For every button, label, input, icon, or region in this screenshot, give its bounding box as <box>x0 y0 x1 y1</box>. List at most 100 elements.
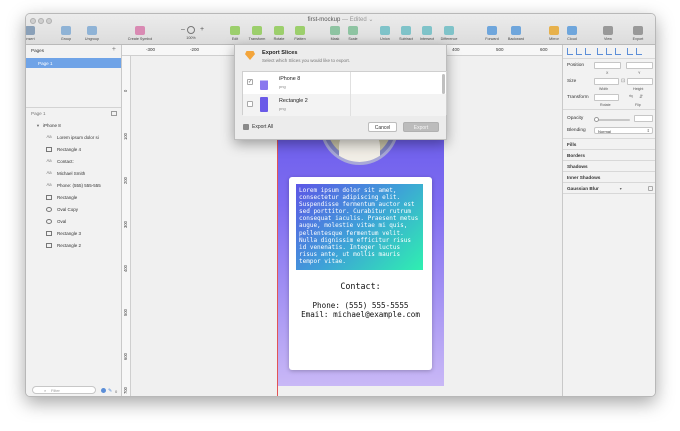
slice-filter-icon[interactable] <box>101 388 106 393</box>
ruler-mark: 300 <box>123 221 128 228</box>
flip-horizontal-icon[interactable]: ⇋ <box>629 94 633 100</box>
artboard-layer-iphone-8[interactable]: ▼ iPhone 8 <box>26 120 121 132</box>
toolbar-scale-button[interactable]: Scale <box>338 26 368 41</box>
ruler-mark: 400 <box>452 47 460 52</box>
dialog-subtitle: Select which Slices you would like to ex… <box>262 58 351 63</box>
edit-icon <box>230 26 240 35</box>
shadows-section[interactable]: Shadows <box>563 160 655 171</box>
cancel-button[interactable]: Cancel <box>368 122 397 132</box>
y-position-field[interactable] <box>626 62 653 69</box>
toolbar-zoom-button[interactable]: 100% <box>176 26 206 40</box>
inner-shadows-section[interactable]: Inner Shadows <box>563 171 655 182</box>
ruler-mark: 0 <box>123 89 128 92</box>
layer-item[interactable]: Aa Michael Smith <box>26 168 121 180</box>
slice-column-divider <box>350 94 351 116</box>
layer-name: Rectangle 4 <box>57 147 82 152</box>
export-all-checkbox[interactable] <box>243 124 249 130</box>
layer-item[interactable]: ▭ Rectangle 3 <box>26 228 121 240</box>
height-field[interactable] <box>627 78 653 85</box>
transform-label: Transform <box>567 95 589 100</box>
disclosure-triangle-icon[interactable]: ▼ <box>36 123 40 128</box>
layer-item[interactable]: ◯ Oval <box>26 216 121 228</box>
opacity-slider-knob[interactable] <box>594 117 599 122</box>
page-item-page-1[interactable]: Page 1 <box>26 58 121 68</box>
align-middle-icon[interactable] <box>606 48 612 55</box>
toolbar-ungroup-button[interactable]: Ungroup <box>77 26 107 41</box>
blur-enable-checkbox[interactable] <box>648 186 653 191</box>
union-icon <box>380 26 390 35</box>
edit-filter-icon[interactable]: ✎ <box>108 388 112 394</box>
toolbar-insert-button[interactable]: Insert <box>25 26 45 41</box>
borders-section[interactable]: Borders <box>563 149 655 160</box>
contact-card[interactable]: Lorem ipsum dolor sit amet, consectetur … <box>289 177 432 370</box>
rotate-field[interactable] <box>594 94 619 101</box>
text-layer-icon: Aa <box>46 134 52 139</box>
align-right-icon[interactable] <box>585 48 591 55</box>
y-label: Y <box>638 71 641 75</box>
fills-section[interactable]: Fills <box>563 138 655 149</box>
difference-icon <box>444 26 454 35</box>
toolbar-difference-button[interactable]: Difference <box>434 26 464 41</box>
slice-format: png <box>279 106 286 111</box>
width-field[interactable] <box>594 78 619 85</box>
layer-name: Rectangle 3 <box>57 231 82 236</box>
contact-heading[interactable]: Contact: <box>289 281 432 291</box>
phone-text: Phone: (555) 555-5555 <box>312 301 409 310</box>
flip-vertical-icon[interactable]: ⇵ <box>639 94 643 100</box>
align-top-icon[interactable] <box>597 48 603 55</box>
export-button[interactable]: Export <box>403 122 439 132</box>
layer-filter-input[interactable]: ⌕ Filter <box>32 386 96 394</box>
toolbar-label: Insert <box>25 37 35 41</box>
toolbar-create-symbol-button[interactable]: Create Symbol <box>125 26 155 41</box>
dialog-title: Export Slices <box>262 50 298 56</box>
layer-options-icon[interactable] <box>111 111 117 116</box>
x-position-field[interactable] <box>594 62 621 69</box>
layer-name: Lorem ipsum dolor si <box>57 135 99 140</box>
toolbar-flatten-button[interactable]: Flatten <box>285 26 315 41</box>
add-page-button[interactable]: + <box>112 46 116 53</box>
toolbar-view-button[interactable]: View <box>593 26 623 41</box>
layer-item[interactable]: ◯ Oval Copy <box>26 204 121 216</box>
opacity-slider-track[interactable] <box>594 119 630 121</box>
toolbar-export-button[interactable]: Export <box>623 26 653 41</box>
align-bottom-icon[interactable] <box>615 48 621 55</box>
sketch-diamond-icon <box>245 51 255 60</box>
lock-proportions-icon[interactable]: ⊡ <box>621 78 625 84</box>
artboard-layer-name: iPhone 8 <box>42 123 61 128</box>
flatten-icon <box>295 26 305 35</box>
distribute-vertical-icon[interactable] <box>636 48 642 55</box>
rotate-icon <box>274 26 284 35</box>
align-left-icon[interactable] <box>567 48 573 55</box>
gaussian-blur-section[interactable]: Gaussian Blur ▼ <box>563 182 655 193</box>
layer-item[interactable]: ▭ Rectangle 4 <box>26 144 121 156</box>
layer-item[interactable]: Aa Phone: (555) 555-555 <box>26 180 121 192</box>
contact-details[interactable]: Phone: (555) 555-5555 Email: michael@exa… <box>289 301 432 319</box>
layer-item[interactable]: ▭ Rectangle <box>26 192 121 204</box>
distribute-horizontal-icon[interactable] <box>627 48 633 55</box>
chevron-down-icon[interactable]: ▼ <box>619 187 622 191</box>
toolbar-cloud-button[interactable]: Cloud <box>557 26 587 41</box>
layer-item[interactable]: ▭ Rectangle 2 <box>26 240 121 252</box>
align-center-icon[interactable] <box>576 48 582 55</box>
slice-row-rectangle-2[interactable]: Rectangle 2 png <box>243 94 446 116</box>
oval-layer-icon: ◯ <box>46 219 52 224</box>
blending-select[interactable]: Normal ⇕ <box>594 127 653 134</box>
window-title: first-mockup — Edited ⌄ <box>26 16 655 23</box>
slice-row-iphone-8[interactable]: ✓ iPhone 8 png <box>243 72 446 94</box>
layer-item[interactable]: Aa Contact: <box>26 156 121 168</box>
alignment-toolbar <box>567 48 655 56</box>
slice-checkbox[interactable] <box>247 101 253 107</box>
toolbar-label: Export <box>632 37 644 41</box>
ruler-mark: 400 <box>123 265 128 272</box>
opacity-field[interactable] <box>634 115 653 122</box>
rectangle-layer-icon: ▭ <box>46 195 52 200</box>
lorem-text-block[interactable]: Lorem ipsum dolor sit amet, consectetur … <box>296 184 423 270</box>
toolbar-backward-button[interactable]: Backward <box>501 26 531 41</box>
layer-item[interactable]: Aa Lorem ipsum dolor si <box>26 132 121 144</box>
export-all-label[interactable]: Export All <box>252 124 273 130</box>
rectangle-layer-icon: ▭ <box>46 231 52 236</box>
slice-list-scrollbar[interactable] <box>442 74 445 94</box>
layer-name: Contact: <box>57 159 74 164</box>
document-status: — Edited ⌄ <box>341 17 374 23</box>
slice-checkbox[interactable]: ✓ <box>247 79 253 85</box>
